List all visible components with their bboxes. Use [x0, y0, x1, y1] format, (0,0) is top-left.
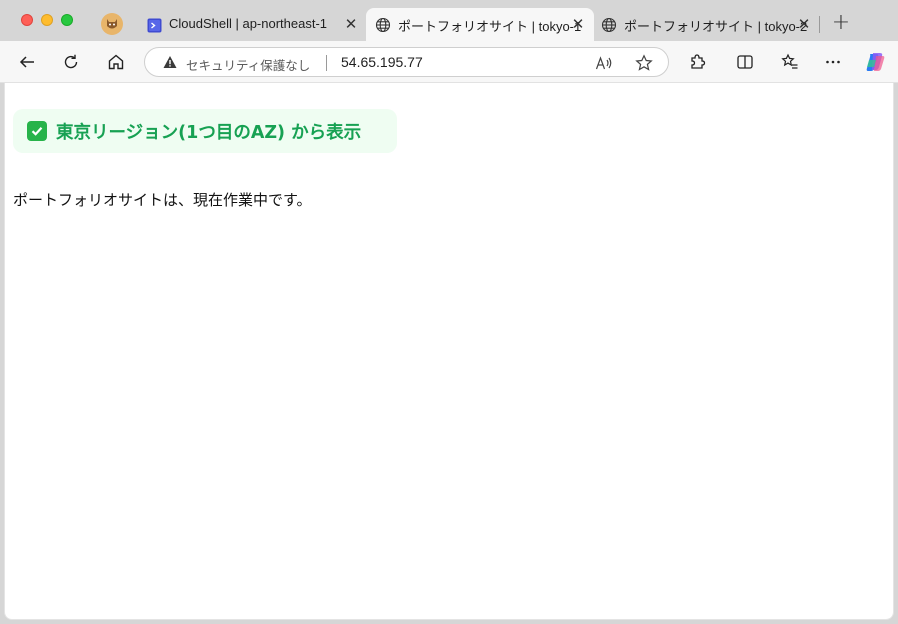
home-icon[interactable]	[103, 49, 129, 75]
tab-close-icon[interactable]: ✕	[796, 15, 812, 33]
tab-title: CloudShell | ap-northeast-1	[169, 16, 328, 31]
read-aloud-icon[interactable]	[593, 52, 615, 74]
close-window-button[interactable]	[21, 14, 33, 26]
warning-icon[interactable]	[163, 55, 177, 69]
address-divider	[326, 55, 327, 71]
tab-tokyo-1[interactable]: ポートフォリオサイト | tokyo-1 ✕	[366, 8, 594, 41]
back-icon[interactable]	[14, 49, 40, 75]
address-bar[interactable]: セキュリティ保護なし 54.65.195.77	[144, 47, 669, 77]
tab-title: ポートフォリオサイト | tokyo-1	[398, 19, 582, 34]
browser-toolbar: セキュリティ保護なし 54.65.195.77	[0, 41, 898, 83]
tab-strip: CloudShell | ap-northeast-1 ✕ ポートフォリオサイト…	[0, 0, 898, 41]
security-status-text[interactable]: セキュリティ保護なし	[186, 55, 310, 74]
globe-icon	[601, 17, 617, 33]
globe-icon	[375, 17, 391, 33]
banner-heading: 東京リージョン(1つ目のAZ) から表示	[56, 122, 362, 143]
copilot-icon[interactable]	[862, 49, 888, 75]
page-content: 東京リージョン(1つ目のAZ) から表示 ポートフォリオサイトは、現在作業中です…	[4, 83, 894, 620]
status-message: ポートフォリオサイトは、現在作業中です。	[13, 191, 312, 209]
url-text[interactable]: 54.65.195.77	[341, 54, 423, 70]
check-mark-icon	[27, 121, 47, 141]
reload-icon[interactable]	[58, 49, 84, 75]
new-tab-button[interactable]: +	[830, 12, 852, 34]
tab-close-icon[interactable]: ✕	[570, 15, 586, 33]
maximize-window-button[interactable]	[61, 14, 73, 26]
tab-close-icon[interactable]: ✕	[343, 15, 359, 33]
favorites-icon[interactable]	[777, 49, 803, 75]
cloudshell-icon	[146, 17, 162, 33]
profile-avatar-icon[interactable]	[101, 13, 123, 35]
more-icon[interactable]	[820, 49, 846, 75]
favorite-star-icon[interactable]	[633, 52, 655, 74]
tab-separator	[819, 16, 820, 33]
minimize-window-button[interactable]	[41, 14, 53, 26]
tab-tokyo-2[interactable]: ポートフォリオサイト | tokyo-2 ✕	[592, 8, 818, 41]
tab-cloudshell[interactable]: CloudShell | ap-northeast-1 ✕	[137, 8, 365, 41]
tab-title: ポートフォリオサイト | tokyo-2	[624, 19, 808, 34]
browser-window: CloudShell | ap-northeast-1 ✕ ポートフォリオサイト…	[0, 0, 898, 624]
split-screen-icon[interactable]	[732, 49, 758, 75]
region-banner: 東京リージョン(1つ目のAZ) から表示	[13, 109, 397, 153]
extensions-icon[interactable]	[684, 49, 710, 75]
